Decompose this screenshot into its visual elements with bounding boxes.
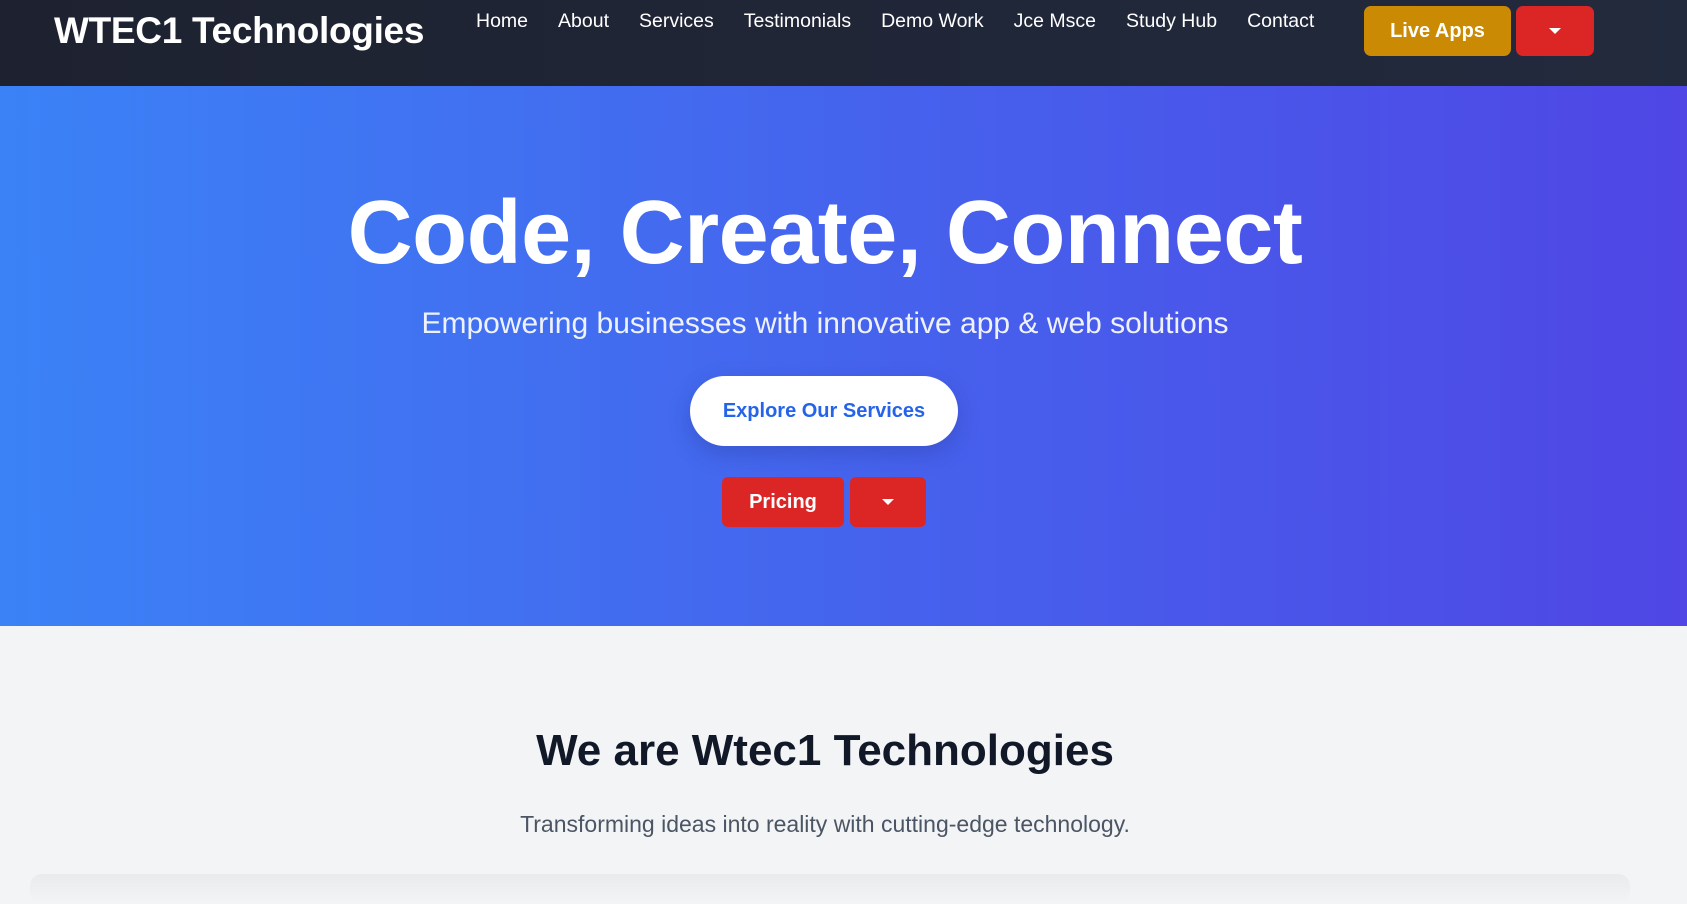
nav-link-testimonials[interactable]: Testimonials <box>744 10 851 34</box>
hero-subtitle: Empowering businesses with innovative ap… <box>421 307 1229 340</box>
about-section: We are Wtec1 Technologies Transforming i… <box>0 626 1687 904</box>
nav-link-services[interactable]: Services <box>639 10 714 34</box>
brand-logo-text[interactable]: WTEC1 Technologies <box>54 10 424 52</box>
hero-section: Code, Create, Connect Empowering busines… <box>0 86 1687 626</box>
about-title: We are Wtec1 Technologies <box>536 726 1114 775</box>
pricing-button[interactable]: Pricing <box>722 477 844 527</box>
nav-link-about[interactable]: About <box>558 10 609 34</box>
explore-services-button[interactable]: Explore Our Services <box>690 376 958 446</box>
nav-link-jce-msce[interactable]: Jce Msce <box>1014 10 1096 34</box>
navbar: WTEC1 Technologies Home About Services T… <box>0 0 1687 86</box>
caret-down-icon <box>882 499 894 505</box>
live-apps-button[interactable]: Live Apps <box>1364 6 1511 56</box>
hero-title: Code, Create, Connect <box>347 183 1303 283</box>
nav-link-demo-work[interactable]: Demo Work <box>881 10 984 34</box>
pricing-dropdown-toggle[interactable] <box>850 477 926 527</box>
caret-down-icon <box>1549 28 1561 34</box>
live-apps-dropdown-toggle[interactable] <box>1516 6 1594 56</box>
nav-link-contact[interactable]: Contact <box>1247 10 1314 34</box>
nav-link-home[interactable]: Home <box>476 10 528 34</box>
nav-links: Home About Services Testimonials Demo Wo… <box>476 10 1344 34</box>
about-subtitle: Transforming ideas into reality with cut… <box>520 811 1130 837</box>
card-shadow-divider <box>30 874 1630 904</box>
nav-link-study-hub[interactable]: Study Hub <box>1126 10 1217 34</box>
